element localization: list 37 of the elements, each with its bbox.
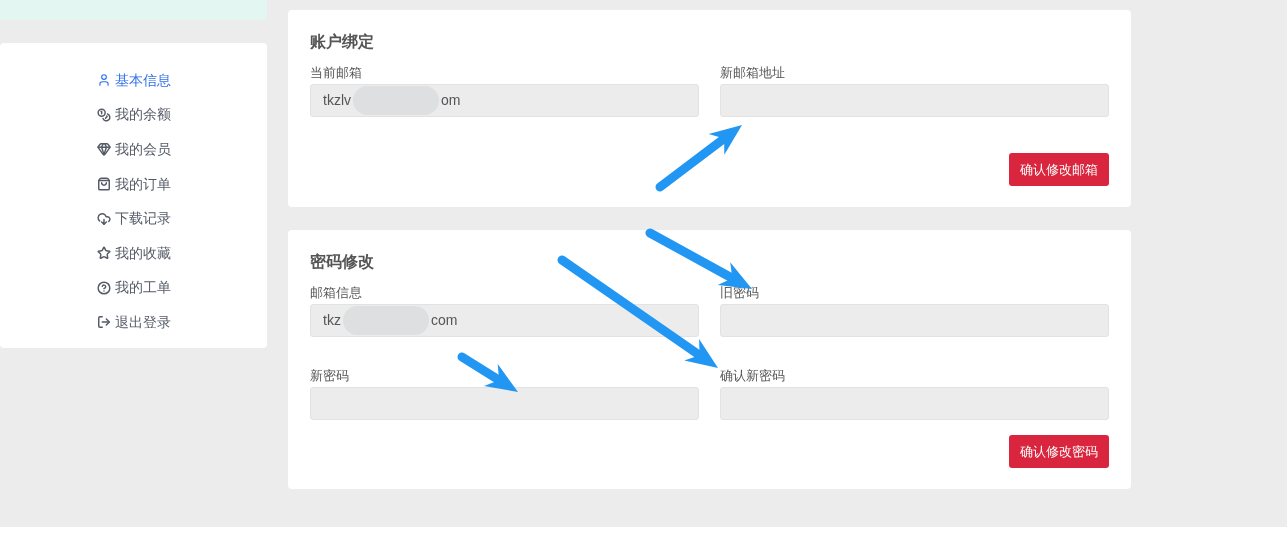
sidebar-item[interactable]: 下载记录 — [96, 201, 171, 236]
field-value: om — [441, 91, 461, 110]
input-field[interactable]: tkzlv om — [310, 84, 699, 117]
field-label: 当前邮箱 — [310, 64, 362, 82]
coins-icon — [96, 107, 111, 122]
section-title: 账户绑定 — [310, 32, 374, 52]
star-icon — [96, 246, 111, 261]
field-label: 新密码 — [310, 367, 349, 385]
sidebar-item[interactable]: 我的余额 — [96, 97, 171, 133]
sidebar-item[interactable]: 我的工单 — [96, 270, 171, 306]
section-title: 密码修改 — [310, 252, 374, 272]
logout-icon — [96, 315, 111, 330]
field-label: 旧密码 — [720, 284, 759, 302]
input-field[interactable] — [310, 387, 699, 420]
input-field[interactable] — [720, 84, 1109, 117]
sidebar-item[interactable]: 我的收藏 — [96, 235, 171, 271]
sidebar-item[interactable]: 退出登录 — [96, 305, 171, 340]
confirm-button[interactable]: 确认修改密码 — [1009, 435, 1109, 468]
input-field[interactable] — [720, 304, 1109, 337]
gem-icon — [96, 142, 111, 157]
field-value: com — [430, 311, 458, 330]
sidebar-item[interactable]: 我的订单 — [96, 166, 171, 202]
field-label: 邮箱信息 — [310, 284, 362, 302]
input-field[interactable]: tkz com — [310, 304, 699, 337]
field-label: 确认新密码 — [720, 367, 785, 385]
field-value: tkz — [323, 311, 341, 330]
user-icon — [96, 73, 111, 88]
field-value: tkzlv — [323, 91, 351, 110]
cloud-download-icon — [96, 211, 111, 226]
arrow — [457, 352, 518, 392]
input-field[interactable] — [720, 387, 1109, 420]
sidebar-item[interactable]: 基本信息 — [96, 63, 171, 98]
field-label: 新邮箱地址 — [720, 64, 785, 82]
sidebar-item[interactable]: 我的会员 — [96, 132, 171, 167]
confirm-button[interactable]: 确认修改邮箱 — [1009, 153, 1109, 186]
help-icon — [96, 280, 111, 295]
shopping-bag-icon — [96, 177, 111, 192]
